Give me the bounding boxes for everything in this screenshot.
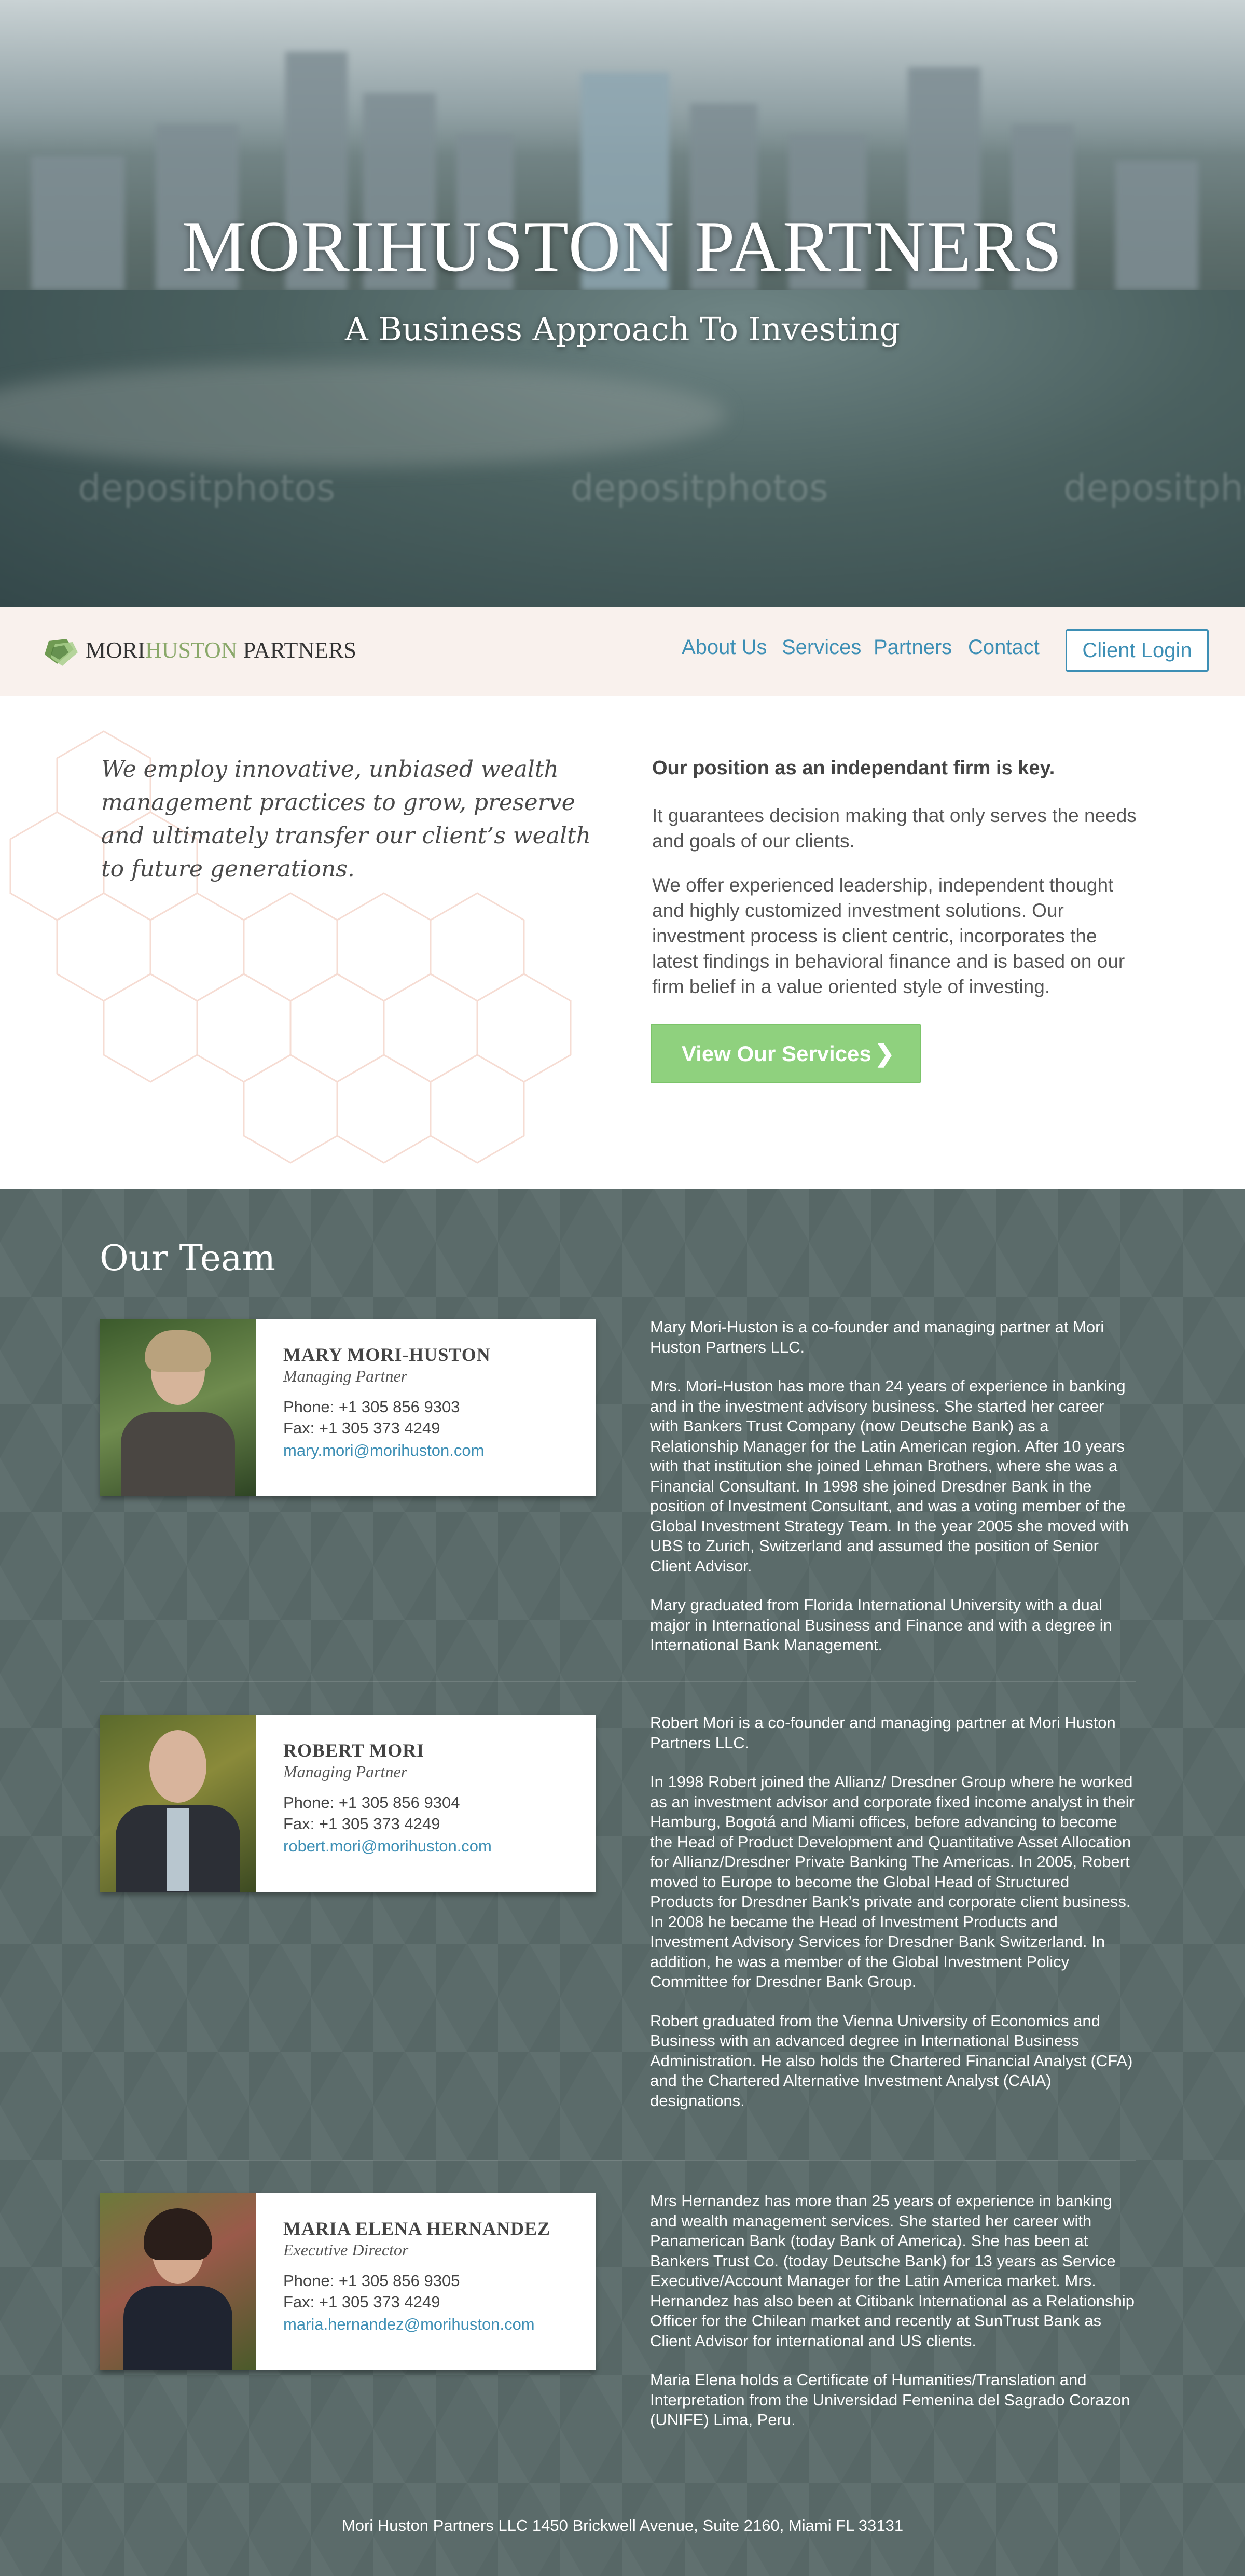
member-name: MARY MORI-HUSTON — [283, 1344, 491, 1365]
member-phone: Phone: +1 305 856 9304 — [283, 1793, 460, 1812]
bio-paragraph: Mary Mori-Huston is a co-founder and man… — [650, 1318, 1104, 1356]
nav-link-partners[interactable]: Partners — [874, 636, 952, 659]
hero-watermark: depositphotos — [571, 467, 828, 509]
nav-link-contact[interactable]: Contact — [968, 636, 1040, 659]
nav-link-about-us[interactable]: About Us — [682, 636, 767, 659]
logo-text-huston: HUSTON — [145, 637, 238, 663]
hero-watermark: depositphotos — [1063, 467, 1245, 509]
logo-icon[interactable] — [42, 637, 78, 666]
chevron-right-icon: ❯ — [875, 1040, 895, 1067]
logo-text[interactable]: MORIHUSTON PARTNERS — [86, 637, 356, 663]
member-email-link[interactable]: maria.hernandez@morihuston.com — [283, 2315, 535, 2334]
team-photo — [100, 2193, 256, 2370]
intro-paragraph: It guarantees decision making that only … — [652, 805, 1137, 852]
team-photo — [100, 1319, 256, 1496]
view-services-label: View Our Services — [682, 1041, 872, 1066]
member-fax: Fax: +1 305 373 4249 — [283, 1815, 440, 1833]
intro-heading: Our position as an independant firm is k… — [652, 757, 1055, 779]
team-title: Our Team — [100, 1238, 276, 1279]
hero-subtitle: A Business Approach To Investing — [345, 310, 900, 348]
member-name: ROBERT MORI — [283, 1740, 425, 1761]
bio-paragraph: Mary graduated from Florida Internationa… — [650, 1596, 1112, 1654]
bio-paragraph: Robert Mori is a co-founder and managing… — [650, 1714, 1116, 1752]
hero-watermark: depositphotos — [78, 467, 336, 509]
intro-section: We employ innovative, unbiased wealth ma… — [0, 696, 1245, 1189]
member-bio: Robert Mori is a co-founder and managing… — [650, 1713, 1135, 2111]
team-photo — [100, 1715, 256, 1892]
bio-paragraph: Mrs. Mori-Huston has more than 24 years … — [650, 1377, 1129, 1575]
member-role: Managing Partner — [283, 1367, 408, 1385]
member-phone: Phone: +1 305 856 9303 — [283, 1398, 460, 1416]
logo-text-partners: PARTNERS — [243, 637, 356, 663]
member-name: MARIA ELENA HERNANDEZ — [283, 2218, 551, 2239]
member-role: Managing Partner — [283, 1762, 408, 1781]
intro-paragraph: We offer experienced leadership, indepen… — [652, 874, 1125, 997]
team-divider — [100, 2160, 1136, 2161]
intro-quote: We employ innovative, unbiased wealth ma… — [101, 756, 591, 882]
team-card: MARIA ELENA HERNANDEZ Executive Director… — [100, 2193, 596, 2370]
member-bio: Mary Mori-Huston is a co-founder and man… — [650, 1317, 1135, 1655]
member-email-link[interactable]: robert.mori@morihuston.com — [283, 1837, 492, 1856]
logo-text-mori: MORI — [86, 637, 145, 663]
member-fax: Fax: +1 305 373 4249 — [283, 2293, 440, 2311]
bio-paragraph: Robert graduated from the Vienna Univers… — [650, 2011, 1133, 2110]
footer-address: Mori Huston Partners LLC 1450 Brickwell … — [341, 2516, 904, 2535]
team-card: MARY MORI-HUSTON Managing Partner Phone:… — [100, 1319, 596, 1496]
member-fax: Fax: +1 305 373 4249 — [283, 1419, 440, 1437]
nav-link-services[interactable]: Services — [782, 636, 861, 659]
bio-paragraph: In 1998 Robert joined the Allianz/ Dresd… — [650, 1773, 1135, 1990]
bio-paragraph: Mrs Hernandez has more than 25 years of … — [650, 2192, 1135, 2350]
bio-paragraph: Maria Elena holds a Certificate of Human… — [650, 2371, 1130, 2429]
member-phone: Phone: +1 305 856 9305 — [283, 2272, 460, 2290]
member-email-link[interactable]: mary.mori@morihuston.com — [283, 1441, 484, 1460]
hero-title: MORIHUSTON PARTNERS — [182, 206, 1063, 287]
top-navigation: MORIHUSTON PARTNERS About Us Services Pa… — [0, 607, 1245, 696]
hero-banner: depositphotos depositphotos depositphoto… — [0, 0, 1245, 607]
member-role: Executive Director — [283, 2240, 409, 2259]
team-card: ROBERT MORI Managing Partner Phone: +1 3… — [100, 1715, 596, 1892]
team-divider — [100, 1681, 1136, 1682]
view-services-button[interactable]: View Our Services ❯ — [651, 1024, 921, 1083]
member-bio: Mrs Hernandez has more than 25 years of … — [650, 2191, 1135, 2430]
client-login-button[interactable]: Client Login — [1066, 629, 1209, 672]
team-section: Our Team MARY MORI-HUSTON Managing Partn… — [0, 1189, 1245, 2576]
